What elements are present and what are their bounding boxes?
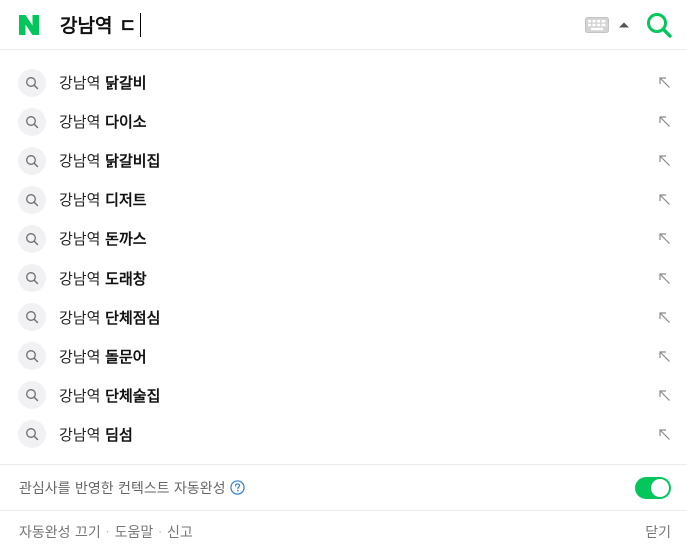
- search-icon: [26, 350, 39, 363]
- question-circle-icon[interactable]: [229, 480, 245, 495]
- suggestion-prefix: 강남역: [59, 74, 106, 93]
- suggestion-icon-wrap: [18, 303, 46, 332]
- arrow-up-left-icon[interactable]: [658, 389, 671, 402]
- suggestion-item[interactable]: 강남역 도래창: [0, 258, 687, 297]
- suggestion-prefix: 강남역: [59, 152, 106, 171]
- search-icon: [26, 232, 39, 246]
- context-autocomplete-row: 관심사를 반영한 컨텍스트 자동완성: [0, 464, 687, 510]
- separator-dot: ·: [105, 524, 110, 539]
- arrow-up-left-icon[interactable]: [658, 232, 671, 245]
- suggestion-icon-wrap: [18, 264, 46, 293]
- suggestion-prefix: 강남역: [59, 113, 106, 132]
- search-button[interactable]: [645, 11, 673, 39]
- autocomplete-off-link[interactable]: 자동완성 끄기: [19, 522, 101, 542]
- suggestion-completion: 돈까스: [105, 230, 147, 249]
- suggestion-text: 강남역 닭갈비: [59, 72, 658, 93]
- arrow-up-left-icon[interactable]: [658, 350, 671, 363]
- toggle-knob: [651, 478, 669, 497]
- separator-dot: ·: [158, 524, 163, 539]
- naver-n-logo-icon: [19, 14, 39, 35]
- suggestion-item[interactable]: 강남역 단체술집: [0, 376, 687, 415]
- suggestion-text: 강남역 도래창: [59, 268, 658, 289]
- suggestion-completion: 단체술집: [105, 386, 161, 405]
- search-icon: [26, 389, 39, 402]
- search-icon: [26, 154, 39, 167]
- suggestion-text: 강남역 다이소: [59, 111, 658, 132]
- suggestion-text: 강남역 돈까스: [59, 228, 658, 249]
- search-input[interactable]: 강남역 ㄷ: [60, 11, 585, 38]
- search-icon: [26, 76, 39, 89]
- suggestion-prefix: 강남역: [59, 230, 106, 249]
- suggestion-prefix: 강남역: [59, 269, 106, 288]
- search-query-text: 강남역 ㄷ: [60, 15, 137, 37]
- report-link[interactable]: 신고: [167, 522, 193, 542]
- arrow-up-left-icon[interactable]: [658, 272, 671, 285]
- suggestion-icon-wrap: [18, 68, 46, 97]
- suggestion-item[interactable]: 강남역 디저트: [0, 180, 687, 219]
- arrow-up-left-icon[interactable]: [658, 154, 671, 167]
- keyboard-icon[interactable]: [585, 16, 609, 33]
- search-bar: 강남역 ㄷ: [0, 0, 687, 50]
- suggestion-prefix: 강남역: [59, 425, 106, 444]
- suggestion-completion: 닭갈비집: [105, 152, 161, 171]
- arrow-up-icon[interactable]: [619, 20, 629, 30]
- suggestion-text: 강남역 디저트: [59, 189, 658, 210]
- context-autocomplete-toggle[interactable]: [635, 476, 671, 499]
- suggestion-item[interactable]: 강남역 돌문어: [0, 337, 687, 376]
- suggestion-list: 강남역 닭갈비 강남역 다이소 강남역 닭갈비집 강남역 디저트 강남역 돈까스 강남역 …: [0, 50, 687, 454]
- suggestion-icon-wrap: [18, 146, 46, 175]
- arrow-up-left-icon[interactable]: [658, 311, 671, 324]
- text-caret: [139, 12, 141, 37]
- arrow-up-left-icon[interactable]: [658, 115, 671, 128]
- suggestion-prefix: 강남역: [59, 308, 106, 327]
- autocomplete-page: 강남역 ㄷ 강남역 닭갈비 강남역 다이소 강남역 닭갈비집 강남역 디저트 강…: [0, 0, 687, 552]
- search-icon: [26, 115, 39, 128]
- suggestion-completion: 도래창: [105, 269, 147, 288]
- suggestion-item[interactable]: 강남역 닭갈비집: [0, 141, 687, 180]
- arrow-up-left-icon[interactable]: [658, 193, 671, 206]
- suggestion-item[interactable]: 강남역 돈까스: [0, 219, 687, 258]
- suggestion-item[interactable]: 강남역 닭갈비: [0, 63, 687, 102]
- arrow-up-left-icon[interactable]: [658, 76, 671, 89]
- suggestion-icon-wrap: [18, 342, 46, 371]
- suggestion-item[interactable]: 강남역 딤섬: [0, 415, 687, 454]
- search-bar-actions: [585, 11, 673, 39]
- search-icon: [26, 428, 39, 441]
- suggestion-icon-wrap: [18, 381, 46, 410]
- arrow-up-left-icon[interactable]: [658, 428, 671, 441]
- suggestion-icon-wrap: [18, 107, 46, 136]
- help-link[interactable]: 도움말: [115, 522, 154, 542]
- naver-logo[interactable]: [16, 12, 42, 38]
- suggestion-completion: 다이소: [105, 113, 147, 132]
- autocomplete-footer: 자동완성 끄기 · 도움말 · 신고 닫기: [0, 510, 687, 552]
- suggestion-completion: 단체점심: [105, 308, 161, 327]
- suggestion-prefix: 강남역: [59, 386, 106, 405]
- suggestion-completion: 돌문어: [105, 347, 147, 366]
- suggestion-item[interactable]: 강남역 다이소: [0, 102, 687, 141]
- suggestion-prefix: 강남역: [59, 347, 106, 366]
- suggestion-completion: 디저트: [105, 191, 147, 210]
- close-link[interactable]: 닫기: [645, 522, 671, 542]
- suggestion-completion: 닭갈비: [105, 74, 147, 93]
- suggestion-text: 강남역 돌문어: [59, 346, 658, 367]
- search-icon: [26, 272, 39, 285]
- search-icon: [26, 311, 39, 324]
- suggestion-text: 강남역 단체술집: [59, 385, 658, 406]
- suggestion-icon-wrap: [18, 224, 46, 253]
- suggestion-text: 강남역 닭갈비집: [59, 150, 658, 171]
- context-autocomplete-label: 관심사를 반영한 컨텍스트 자동완성: [19, 480, 226, 497]
- search-icon: [26, 193, 39, 207]
- suggestion-text: 강남역 단체점심: [59, 307, 658, 328]
- suggestion-prefix: 강남역: [59, 191, 106, 210]
- suggestion-icon-wrap: [18, 185, 46, 214]
- suggestion-icon-wrap: [18, 420, 46, 449]
- suggestion-completion: 딤섬: [105, 425, 133, 444]
- suggestion-item[interactable]: 강남역 단체점심: [0, 298, 687, 337]
- suggestion-text: 강남역 딤섬: [59, 424, 658, 445]
